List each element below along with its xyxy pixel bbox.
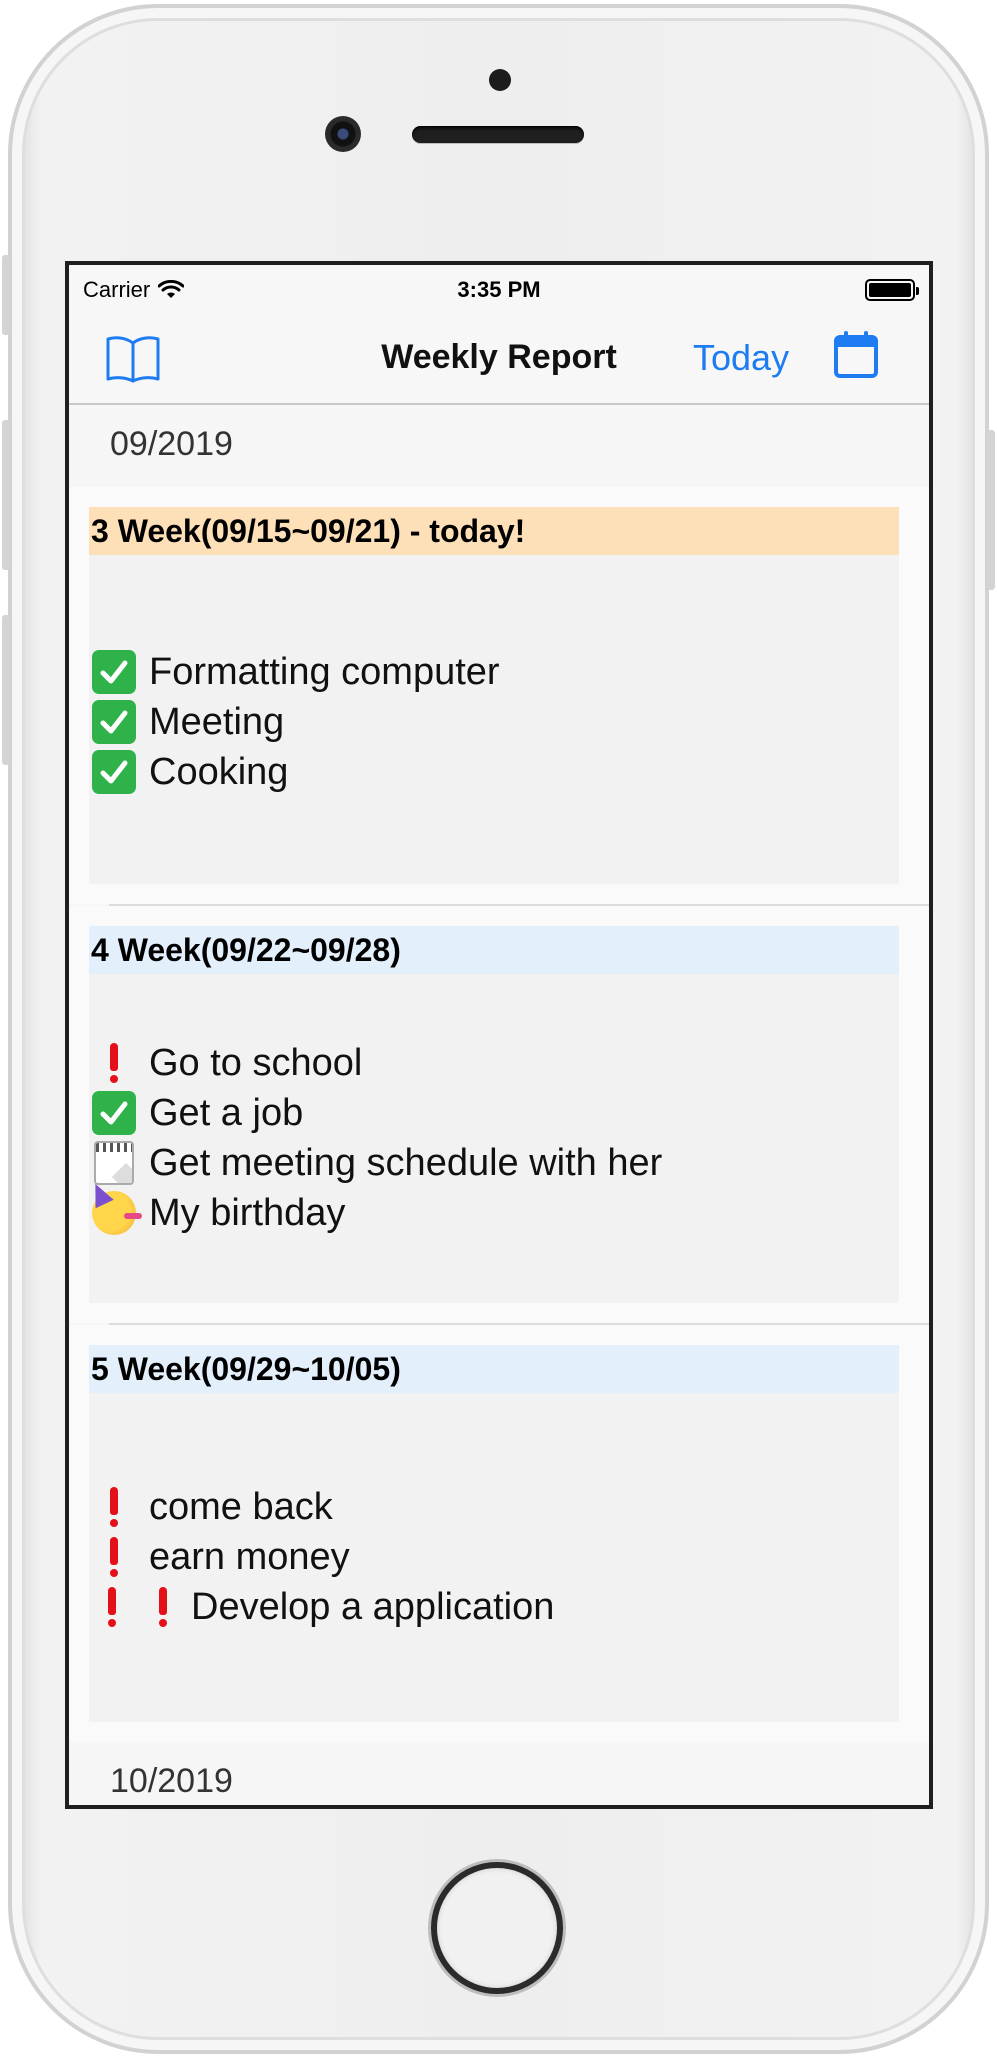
app-screen: Carrier 3:35 PM Weekly Report Today 09/2… <box>65 261 933 1809</box>
item-text: Develop a application <box>191 1585 555 1628</box>
week-cell[interactable]: 4 Week(09/22~09/28) Go to school Get a j… <box>69 906 929 1323</box>
month-header: 10/2019 <box>69 1742 929 1805</box>
weekly-report-list[interactable]: 09/2019 3 Week(09/15~09/21) - today! For… <box>69 405 929 1805</box>
status-time: 3:35 PM <box>457 277 541 302</box>
party-face-icon <box>89 1190 142 1236</box>
week-card: 5 Week(09/29~10/05) come back earn money… <box>89 1345 899 1722</box>
list-item: earn money <box>89 1532 899 1582</box>
week-items: Go to school Get a job Get meeting sched… <box>89 1038 899 1238</box>
check-mark-icon <box>89 749 139 795</box>
list-item: come back <box>89 1482 899 1532</box>
check-mark-icon <box>89 699 139 745</box>
today-button[interactable]: Today <box>693 337 789 379</box>
page-title: Weekly Report <box>381 338 617 376</box>
list-item: Go to school <box>89 1038 899 1088</box>
earpiece-speaker <box>412 126 584 143</box>
book-icon[interactable] <box>105 333 161 383</box>
navigation-bar: Weekly Report Today <box>69 313 929 405</box>
item-text: Cooking <box>149 750 289 793</box>
item-text: Formatting computer <box>149 650 500 693</box>
item-text: Meeting <box>149 700 285 743</box>
week-card: 4 Week(09/22~09/28) Go to school Get a j… <box>89 926 899 1303</box>
list-item: Get a job <box>89 1088 899 1138</box>
week-items: come back earn money Develop a applicati… <box>89 1482 899 1632</box>
volume-down-button <box>2 615 10 765</box>
item-text: Get meeting schedule with her <box>149 1141 663 1184</box>
proximity-sensor <box>489 69 511 91</box>
month-header: 09/2019 <box>69 405 929 487</box>
item-text: Go to school <box>149 1041 363 1084</box>
list-item: Formatting computer <box>89 647 899 697</box>
week-title: 4 Week(09/22~09/28) <box>89 926 899 974</box>
battery-icon <box>865 279 919 301</box>
list-item: Meeting <box>89 697 899 747</box>
week-cell[interactable]: 5 Week(09/29~10/05) come back earn money… <box>69 1325 929 1742</box>
exclamation-icon <box>89 1040 139 1086</box>
volume-up-button <box>2 420 10 570</box>
week-items: Formatting computer Meeting Cooking <box>89 647 899 797</box>
week-cell[interactable]: 3 Week(09/15~09/21) - today! Formatting … <box>69 487 929 904</box>
week-card: 3 Week(09/15~09/21) - today! Formatting … <box>89 507 899 884</box>
front-camera <box>325 116 361 152</box>
list-item: Develop a application <box>89 1582 899 1632</box>
check-mark-icon <box>89 649 139 695</box>
power-button <box>987 430 995 590</box>
week-title: 3 Week(09/15~09/21) - today! <box>89 507 899 555</box>
exclamation-icon <box>89 1534 139 1580</box>
calendar-icon[interactable] <box>833 329 879 379</box>
item-text: Get a job <box>149 1091 304 1134</box>
list-item: Cooking <box>89 747 899 797</box>
list-item: My birthday <box>89 1188 899 1238</box>
check-mark-icon <box>89 1090 139 1136</box>
exclamation-icon <box>140 1584 186 1630</box>
mute-switch <box>2 255 10 335</box>
exclamation-icon <box>89 1484 139 1530</box>
item-text: My birthday <box>149 1191 346 1234</box>
month-label: 10/2019 <box>110 1762 233 1800</box>
item-text: come back <box>149 1485 333 1528</box>
status-bar: Carrier 3:35 PM <box>69 265 929 313</box>
item-text: earn money <box>149 1535 350 1578</box>
calendar-note-icon <box>89 1140 139 1186</box>
month-label: 09/2019 <box>110 425 233 463</box>
home-button[interactable] <box>431 1862 563 1994</box>
list-item: Get meeting schedule with her <box>89 1138 899 1188</box>
exclamation-icon <box>89 1584 135 1630</box>
week-title: 5 Week(09/29~10/05) <box>89 1345 899 1393</box>
